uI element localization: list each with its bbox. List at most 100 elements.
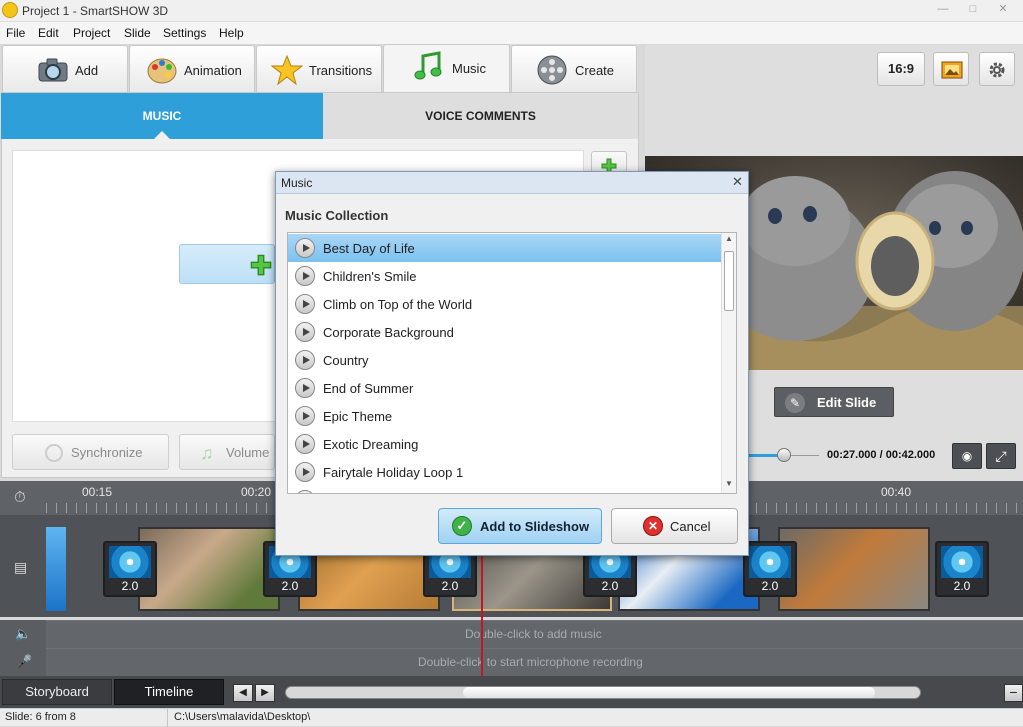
dialog-scrollbar-thumb[interactable]	[724, 251, 734, 311]
minimize-button[interactable]: —	[928, 0, 958, 20]
timeline-tab[interactable]: Timeline	[114, 679, 224, 705]
palette-icon	[147, 58, 177, 84]
menu-edit[interactable]: Edit	[38, 26, 59, 40]
tab-animation[interactable]: Animation	[129, 45, 255, 92]
menu-settings[interactable]: Settings	[163, 26, 206, 40]
menu-help[interactable]: Help	[219, 26, 244, 40]
pencil-icon: ✎	[785, 393, 805, 413]
play-icon[interactable]	[295, 490, 315, 493]
timeline-scrollbar-thumb[interactable]	[463, 687, 875, 698]
song-item[interactable]: Corporate Background	[288, 318, 722, 346]
play-icon[interactable]	[295, 434, 315, 454]
transition-thumb[interactable]: 2.0	[743, 541, 797, 597]
playback-time: 00:27.000 / 00:42.000	[827, 449, 936, 461]
background-button[interactable]	[933, 52, 969, 86]
slide-clip[interactable]	[778, 527, 930, 611]
aspect-ratio-button[interactable]: 16:9	[877, 52, 925, 86]
audio-track-hint: Double-click to add music	[465, 627, 602, 641]
song-title: Epic Theme	[323, 409, 393, 424]
clock-icon	[45, 444, 63, 462]
scroll-up-icon[interactable]: ▲	[725, 234, 733, 243]
edit-slide-button[interactable]: ✎ Edit Slide	[774, 387, 894, 417]
synchronize-button[interactable]: Synchronize	[12, 434, 169, 470]
scroll-right-button[interactable]: ▶	[255, 684, 275, 702]
close-window-button[interactable]: ✕	[988, 0, 1018, 20]
song-item[interactable]: Country	[288, 346, 722, 374]
play-icon[interactable]	[295, 238, 315, 258]
filmstrip-icon: ▤	[14, 559, 28, 575]
song-item[interactable]	[288, 486, 722, 493]
transition-thumb[interactable]: 2.0	[103, 541, 157, 597]
transition-duration: 2.0	[441, 579, 459, 593]
add-to-slideshow-button[interactable]: ✓ Add to Slideshow	[438, 508, 602, 544]
microphone-track[interactable]: 🎤 Double-click to start microphone recor…	[0, 648, 1023, 676]
song-item[interactable]: Climb on Top of the World	[288, 290, 722, 318]
music-collection-heading: Music Collection	[285, 208, 389, 223]
play-icon[interactable]	[295, 406, 315, 426]
plus-icon	[250, 254, 272, 276]
title-bar: Project 1 - SmartSHOW 3D — □ ✕	[0, 0, 1023, 22]
project-path-status: C:\Users\malavida\Desktop\	[174, 711, 311, 723]
play-icon[interactable]	[295, 322, 315, 342]
subtab-voice-comments[interactable]: VOICE COMMENTS	[323, 93, 638, 139]
dialog-close-button[interactable]: ✕	[732, 174, 743, 190]
menu-project[interactable]: Project	[73, 26, 110, 40]
transition-duration: 2.0	[121, 579, 139, 593]
volume-button[interactable]: ♫ Volume	[179, 434, 275, 470]
song-title: Corporate Background	[323, 325, 454, 340]
subtab-pointer	[154, 131, 170, 139]
cancel-button[interactable]: ✕ Cancel	[611, 508, 738, 544]
close-icon: ✕	[732, 174, 743, 189]
tab-create-label: Create	[575, 63, 615, 78]
music-collection-list[interactable]: Best Day of Life Children's Smile Climb …	[287, 232, 737, 494]
play-icon[interactable]	[295, 350, 315, 370]
song-title: Children's Smile	[323, 269, 417, 284]
play-icon[interactable]	[295, 378, 315, 398]
ruler-label: 00:40	[881, 485, 912, 499]
maximize-button[interactable]: □	[958, 0, 988, 20]
dialog-scrollbar[interactable]: ▲ ▼	[721, 233, 736, 493]
playback-slider-handle[interactable]	[777, 448, 791, 462]
menu-bar: File Edit Project Slide Settings Help	[0, 22, 1023, 44]
transition-duration: 2.0	[953, 579, 971, 593]
fullscreen-button[interactable]: ⤢	[986, 443, 1016, 469]
transition-thumb[interactable]: 2.0	[935, 541, 989, 597]
tab-create[interactable]: Create	[511, 45, 637, 92]
play-icon[interactable]	[295, 294, 315, 314]
menu-file[interactable]: File	[6, 26, 25, 40]
song-item[interactable]: Children's Smile	[288, 262, 722, 290]
song-item[interactable]: Epic Theme	[288, 402, 722, 430]
tab-add[interactable]: Add	[2, 45, 128, 92]
play-icon[interactable]	[295, 266, 315, 286]
song-title: Country	[323, 353, 369, 368]
tab-music[interactable]: Music	[383, 44, 510, 93]
settings-button[interactable]	[979, 52, 1015, 86]
status-bar: Slide: 6 from 8 C:\Users\malavida\Deskto…	[0, 708, 1023, 727]
ruler-label: 00:15	[82, 485, 113, 499]
song-item[interactable]: Best Day of Life	[288, 234, 722, 262]
window-title: Project 1 - SmartSHOW 3D	[22, 4, 169, 18]
slide-count-status: Slide: 6 from 8	[5, 711, 76, 723]
scroll-left-button[interactable]: ◀	[233, 684, 253, 702]
storyboard-tab[interactable]: Storyboard	[2, 679, 112, 705]
image-icon	[941, 61, 963, 79]
audio-track[interactable]: 🔈 Double-click to add music	[0, 620, 1023, 648]
slide-clip[interactable]	[46, 527, 66, 611]
play-icon[interactable]	[295, 462, 315, 482]
scroll-down-icon[interactable]: ▼	[725, 479, 733, 488]
zoom-out-button[interactable]: −	[1004, 684, 1023, 702]
song-item[interactable]: Fairytale Holiday Loop 1	[288, 458, 722, 486]
menu-slide[interactable]: Slide	[124, 26, 151, 40]
volume-label: Volume	[226, 445, 270, 460]
film-reel-icon	[537, 55, 567, 85]
add-music-button[interactable]	[179, 244, 275, 284]
tab-add-label: Add	[75, 63, 99, 78]
song-item[interactable]: Exotic Dreaming	[288, 430, 722, 458]
tab-transitions[interactable]: Transitions	[256, 45, 382, 92]
ruler-label: 00:20	[241, 485, 272, 499]
music-note-icon	[414, 51, 442, 80]
tab-music-label: Music	[452, 61, 486, 76]
snapshot-button[interactable]: ◉	[952, 443, 982, 469]
song-item[interactable]: End of Summer	[288, 374, 722, 402]
slide-clip[interactable]	[138, 527, 280, 611]
